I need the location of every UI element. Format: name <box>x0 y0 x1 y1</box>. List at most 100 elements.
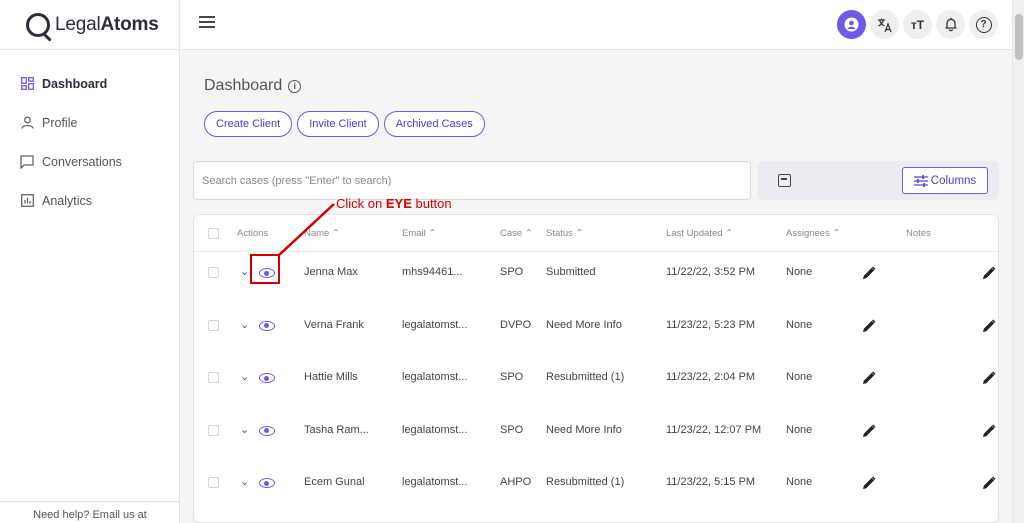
table-toolbar: Columns <box>758 161 999 200</box>
header-last-updated[interactable]: Last Updated ⌃ <box>666 228 733 239</box>
cell-case: AHPO <box>500 476 532 488</box>
columns-button[interactable]: Columns <box>902 167 988 194</box>
table-row[interactable]: ⌄ Jenna Max mhs94461... SPO Submitted 11/22/2… <box>194 252 998 304</box>
cell-assignees: None <box>786 371 813 383</box>
header-name[interactable]: Name ⌃ <box>304 228 340 239</box>
account-icon[interactable] <box>837 10 866 39</box>
annotation-highlight-box <box>250 254 280 284</box>
edit-notes-pencil-icon[interactable] <box>982 371 996 385</box>
edit-assignees-pencil-icon[interactable] <box>862 423 876 438</box>
chevron-down-icon[interactable]: ⌄ <box>240 370 249 383</box>
table-row[interactable]: ⌄ Tasha Ram... legalatomst... SPO Need More … <box>194 410 998 462</box>
text-size-icon[interactable]: тT <box>903 10 932 39</box>
cell-name: Verna Frank <box>304 318 364 331</box>
cell-email: legalatomst... <box>402 318 468 331</box>
select-all-checkbox[interactable] <box>208 228 219 239</box>
table-row[interactable]: ⌄ Hattie Mills legalatomst... SPO Resubmitte… <box>194 357 998 409</box>
cell-email: legalatomst... <box>402 476 468 488</box>
invite-client-button[interactable]: Invite Client <box>297 111 379 137</box>
action-button-row: Create Client Invite Client Archived Cas… <box>204 111 485 137</box>
table-row[interactable]: ⌄ Ecem Gunal legalatomst... AHPO Resubmitted… <box>194 462 998 514</box>
cell-case: DVPO <box>500 318 532 331</box>
edit-notes-pencil-icon[interactable] <box>982 476 996 490</box>
bell-icon[interactable] <box>936 10 965 39</box>
cell-assignees: None <box>786 423 813 436</box>
person-icon <box>20 116 34 130</box>
eye-view-icon[interactable] <box>259 320 275 331</box>
dashboard-grid-icon <box>20 77 34 91</box>
cell-case: SPO <box>500 371 524 383</box>
top-header: тT ? <box>181 0 1012 50</box>
help-text: Need help? Email us at <box>0 501 180 523</box>
cell-status: Need More Info <box>546 423 622 436</box>
cell-email: legalatomst... <box>402 423 468 436</box>
header-email[interactable]: Email ⌃ <box>402 228 436 239</box>
header-assignees[interactable]: Assignees ⌃ <box>786 228 840 239</box>
translate-icon[interactable] <box>870 10 899 39</box>
header-icon-group: тT ? <box>837 10 998 39</box>
page-title: Dashboard i <box>204 77 302 95</box>
row-checkbox[interactable] <box>208 319 219 331</box>
row-checkbox[interactable] <box>208 477 219 488</box>
cell-status: Resubmitted (1) <box>546 476 625 488</box>
sidebar-item-dashboard[interactable]: Dashboard <box>0 64 179 103</box>
header-status[interactable]: Status ⌃ <box>546 228 584 239</box>
cell-case: SPO <box>500 266 524 278</box>
edit-assignees-pencil-icon[interactable] <box>862 371 876 385</box>
row-checkbox[interactable] <box>208 267 219 278</box>
page-title-text: Dashboard <box>204 77 283 94</box>
cell-status: Need More Info <box>546 318 622 331</box>
edit-assignees-pencil-icon[interactable] <box>862 318 876 333</box>
chevron-down-icon[interactable]: ⌄ <box>240 423 249 436</box>
page-scrollbar[interactable] <box>1012 0 1024 523</box>
bar-chart-icon <box>20 194 34 208</box>
header-case[interactable]: Case ⌃ <box>500 228 533 239</box>
sidebar-nav: Dashboard Profile Conversations Analytic… <box>0 50 179 220</box>
sidebar-item-conversations[interactable]: Conversations <box>0 142 179 181</box>
archive-icon[interactable] <box>778 174 791 187</box>
cell-email: mhs94461... <box>402 266 463 278</box>
table-header: Actions Name ⌃ Email ⌃ Case ⌃ Status ⌃ L… <box>194 215 998 252</box>
cell-case: SPO <box>500 423 524 436</box>
logo[interactable]: LegalAtoms <box>0 0 179 50</box>
search-input[interactable] <box>193 161 751 200</box>
sidebar-item-label: Dashboard <box>42 76 108 91</box>
scrollbar-thumb[interactable] <box>1015 14 1023 60</box>
header-actions: Actions <box>237 228 269 239</box>
logo-mark-icon <box>26 12 50 37</box>
text-size-glyph: тT <box>910 17 925 32</box>
eye-view-icon[interactable] <box>259 478 275 488</box>
eye-view-icon[interactable] <box>259 425 275 436</box>
columns-button-label: Columns <box>930 174 977 187</box>
edit-assignees-pencil-icon[interactable] <box>862 476 876 490</box>
sliders-icon <box>913 174 928 187</box>
edit-notes-pencil-icon[interactable] <box>982 266 996 280</box>
cell-last-updated: 11/23/22, 5:15 PM <box>666 476 756 488</box>
edit-notes-pencil-icon[interactable] <box>982 423 996 438</box>
sidebar-item-label: Profile <box>42 115 78 130</box>
table-row[interactable]: ⌄ Verna Frank legalatomst... DVPO Need More … <box>194 305 998 357</box>
row-checkbox[interactable] <box>208 424 219 436</box>
info-icon[interactable]: i <box>288 79 302 93</box>
sidebar-item-profile[interactable]: Profile <box>0 103 179 142</box>
chevron-down-icon[interactable]: ⌄ <box>240 475 249 488</box>
create-client-button[interactable]: Create Client <box>204 111 293 137</box>
archived-cases-button[interactable]: Archived Cases <box>383 111 485 137</box>
cell-last-updated: 11/23/22, 12:07 PM <box>666 423 762 436</box>
row-checkbox[interactable] <box>208 372 219 383</box>
help-icon[interactable]: ? <box>969 10 998 39</box>
eye-view-icon[interactable] <box>259 373 275 383</box>
cell-last-updated: 11/22/22, 3:52 PM <box>666 266 756 278</box>
cell-name: Tasha Ram... <box>304 423 369 436</box>
main-content: Dashboard i Create Client Invite Client … <box>181 51 1012 523</box>
sidebar-item-analytics[interactable]: Analytics <box>0 181 179 220</box>
cell-status: Submitted <box>546 266 596 278</box>
cell-last-updated: 11/23/22, 5:23 PM <box>666 318 756 331</box>
edit-notes-pencil-icon[interactable] <box>982 318 996 333</box>
chevron-down-icon[interactable]: ⌄ <box>240 265 249 278</box>
chevron-down-icon[interactable]: ⌄ <box>240 318 249 331</box>
edit-assignees-pencil-icon[interactable] <box>862 266 876 280</box>
hamburger-menu-icon[interactable] <box>199 16 215 32</box>
chat-icon <box>20 154 34 169</box>
cell-last-updated: 11/23/22, 2:04 PM <box>666 371 756 383</box>
